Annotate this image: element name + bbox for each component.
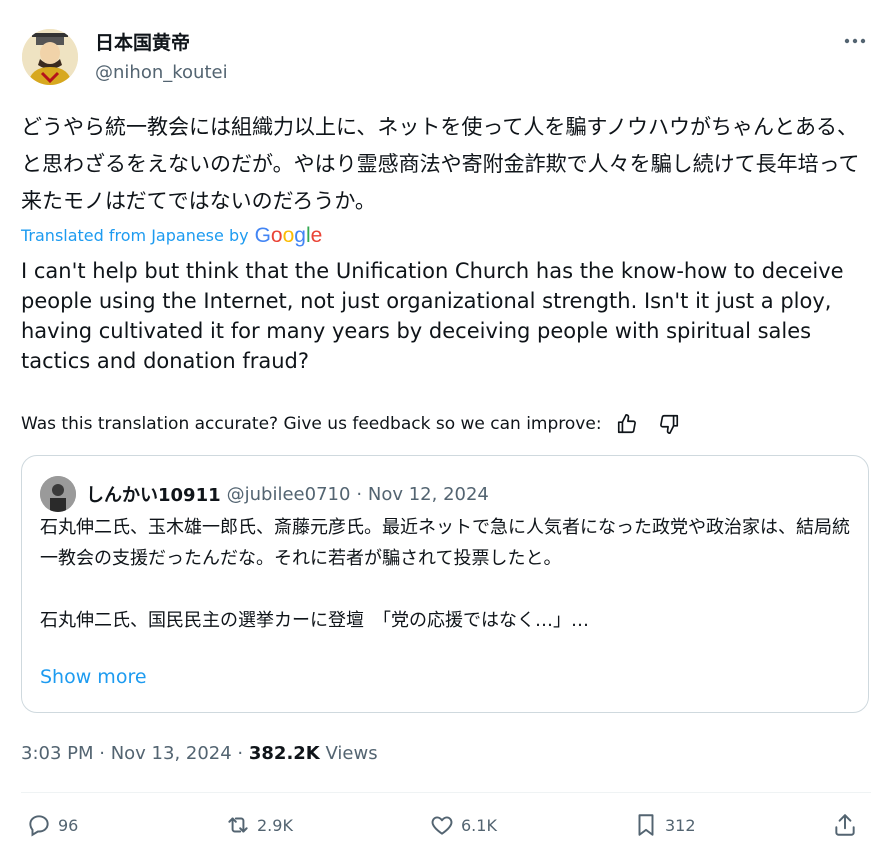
share-icon	[835, 814, 855, 836]
like-count: 6.1K	[461, 815, 497, 835]
reply-count: 96	[58, 815, 79, 835]
reply-button[interactable]: 96	[26, 812, 78, 838]
tweet-translation: I can't help but think that the Unificat…	[21, 259, 844, 373]
tweet-time[interactable]: 3:03 PM · Nov 13, 2024 ·	[21, 743, 249, 764]
reply-icon	[29, 815, 49, 837]
author-avatar[interactable]	[22, 29, 78, 85]
author-name[interactable]: 日本国黄帝	[95, 30, 228, 56]
action-bar: 96 2.9K 6.1K 312	[21, 812, 871, 848]
repost-count: 2.9K	[257, 815, 293, 835]
repost-icon	[228, 817, 248, 833]
feedback-prompt: Was this translation accurate? Give us f…	[21, 414, 602, 434]
tweet-text-japanese: どうやら統一教会には組織力以上に、ネットを使って人を騙すノウハウがちゃんとある、…	[21, 115, 860, 213]
quoted-author-name[interactable]: しんかい10911	[86, 481, 221, 507]
translation-feedback: Was this translation accurate? Give us f…	[21, 411, 682, 437]
views-count: 382.2K	[248, 743, 320, 764]
translation-label: Translated from Japanese by	[21, 226, 249, 245]
show-more-link[interactable]: Show more	[40, 666, 147, 688]
quoted-tweet-date: · Nov 12, 2024	[356, 483, 489, 505]
translation-attribution[interactable]: Translated from Japanese by Google	[21, 222, 322, 250]
quoted-tweet-header: しんかい10911 @jubilee0710 · Nov 12, 2024	[40, 476, 489, 512]
thumbs-down-icon[interactable]	[656, 411, 682, 437]
author-block: 日本国黄帝 @nihon_koutei	[95, 30, 228, 86]
thumbs-up-icon[interactable]	[614, 411, 640, 437]
views-label: Views	[319, 743, 378, 764]
tweet-timestamp: 3:03 PM · Nov 13, 2024 · 382.2K Views	[21, 740, 378, 768]
bookmark-icon	[638, 814, 654, 836]
author-handle[interactable]: @nihon_koutei	[95, 60, 228, 86]
quoted-tweet[interactable]: しんかい10911 @jubilee0710 · Nov 12, 2024 石丸…	[21, 455, 869, 713]
repost-button[interactable]: 2.9K	[225, 812, 293, 838]
bookmark-button[interactable]: 312	[633, 812, 696, 838]
quoted-tweet-text: 石丸伸二氏、玉木雄一郎氏、斎藤元彦氏。最近ネットで急に人気者になった政党や政治家…	[40, 517, 850, 631]
quoted-author-avatar[interactable]	[40, 476, 76, 512]
bookmark-count: 312	[665, 815, 696, 835]
emperor-portrait-icon	[22, 29, 78, 85]
share-button[interactable]	[832, 812, 864, 838]
divider	[21, 792, 871, 793]
like-button[interactable]: 6.1K	[429, 812, 497, 838]
like-icon	[431, 816, 453, 835]
more-icon[interactable]	[842, 28, 868, 60]
google-logo: Google	[254, 224, 323, 247]
quoted-author-handle[interactable]: @jubilee0710	[227, 484, 351, 505]
